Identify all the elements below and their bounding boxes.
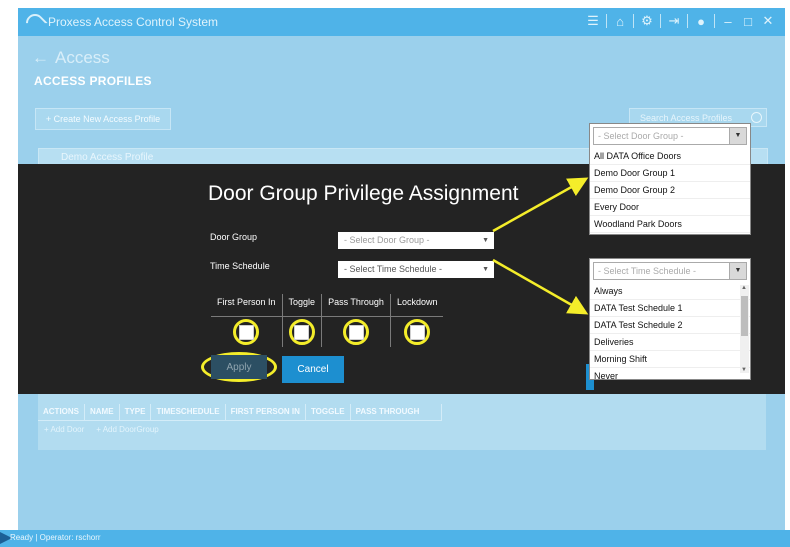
annotation-overlay <box>492 177 589 315</box>
annotation-arrow <box>492 258 589 315</box>
annotation-arrow <box>492 177 589 233</box>
